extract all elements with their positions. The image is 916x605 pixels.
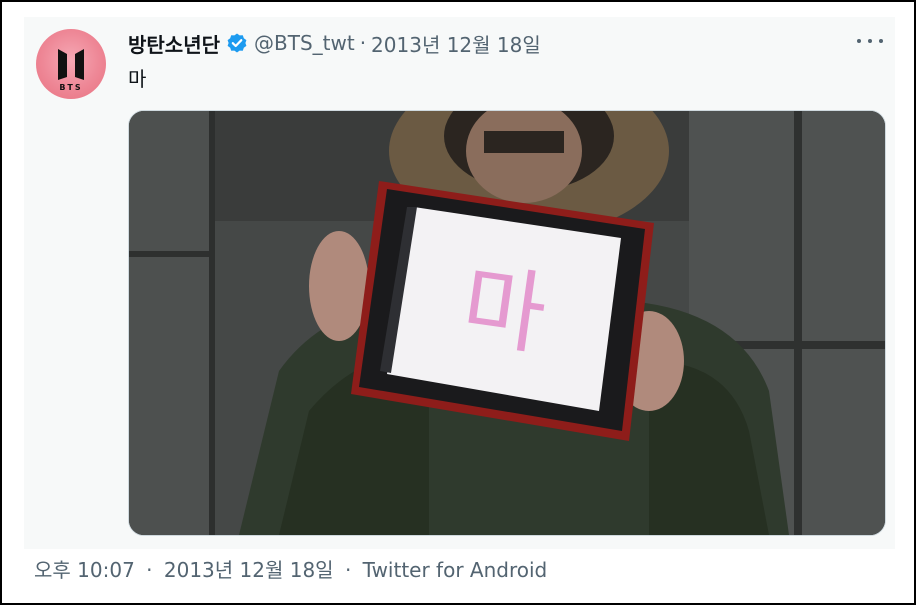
tweet-media-photo[interactable]: 마 [128,110,886,536]
bts-logo-icon: BTS [58,49,84,92]
footer-source[interactable]: Twitter for Android [363,558,548,582]
tweet-text: 마 [128,67,147,91]
tweet-header: 방탄소년단 @BTS_twt · 2013년 12월 18일 [128,28,541,58]
drawn-character: 마 [456,253,553,369]
footer-separator: · [146,558,153,582]
separator: · [359,31,367,55]
tweet-date[interactable]: 2013년 12월 18일 [371,29,541,58]
avatar[interactable]: BTS [36,29,106,99]
photo-image: 마 [129,111,885,535]
tweet-footer: 오후 10:07 · 2013년 12월 18일 · Twitter for A… [34,554,547,583]
more-options-icon[interactable] [857,33,883,49]
footer-time[interactable]: 오후 10:07 [34,558,135,582]
footer-date[interactable]: 2013년 12월 18일 [164,558,334,582]
footer-separator: · [344,558,352,582]
verified-badge-icon [226,32,248,54]
user-handle[interactable]: @BTS_twt [254,31,355,55]
avatar-text: BTS [59,83,82,92]
screenshot-frame: BTS 방탄소년단 @BTS_twt · 2013년 12월 18일 마 마 오… [0,0,916,605]
tweet-card[interactable]: BTS 방탄소년단 @BTS_twt · 2013년 12월 18일 마 마 [24,17,895,549]
display-name[interactable]: 방탄소년단 [128,29,220,58]
